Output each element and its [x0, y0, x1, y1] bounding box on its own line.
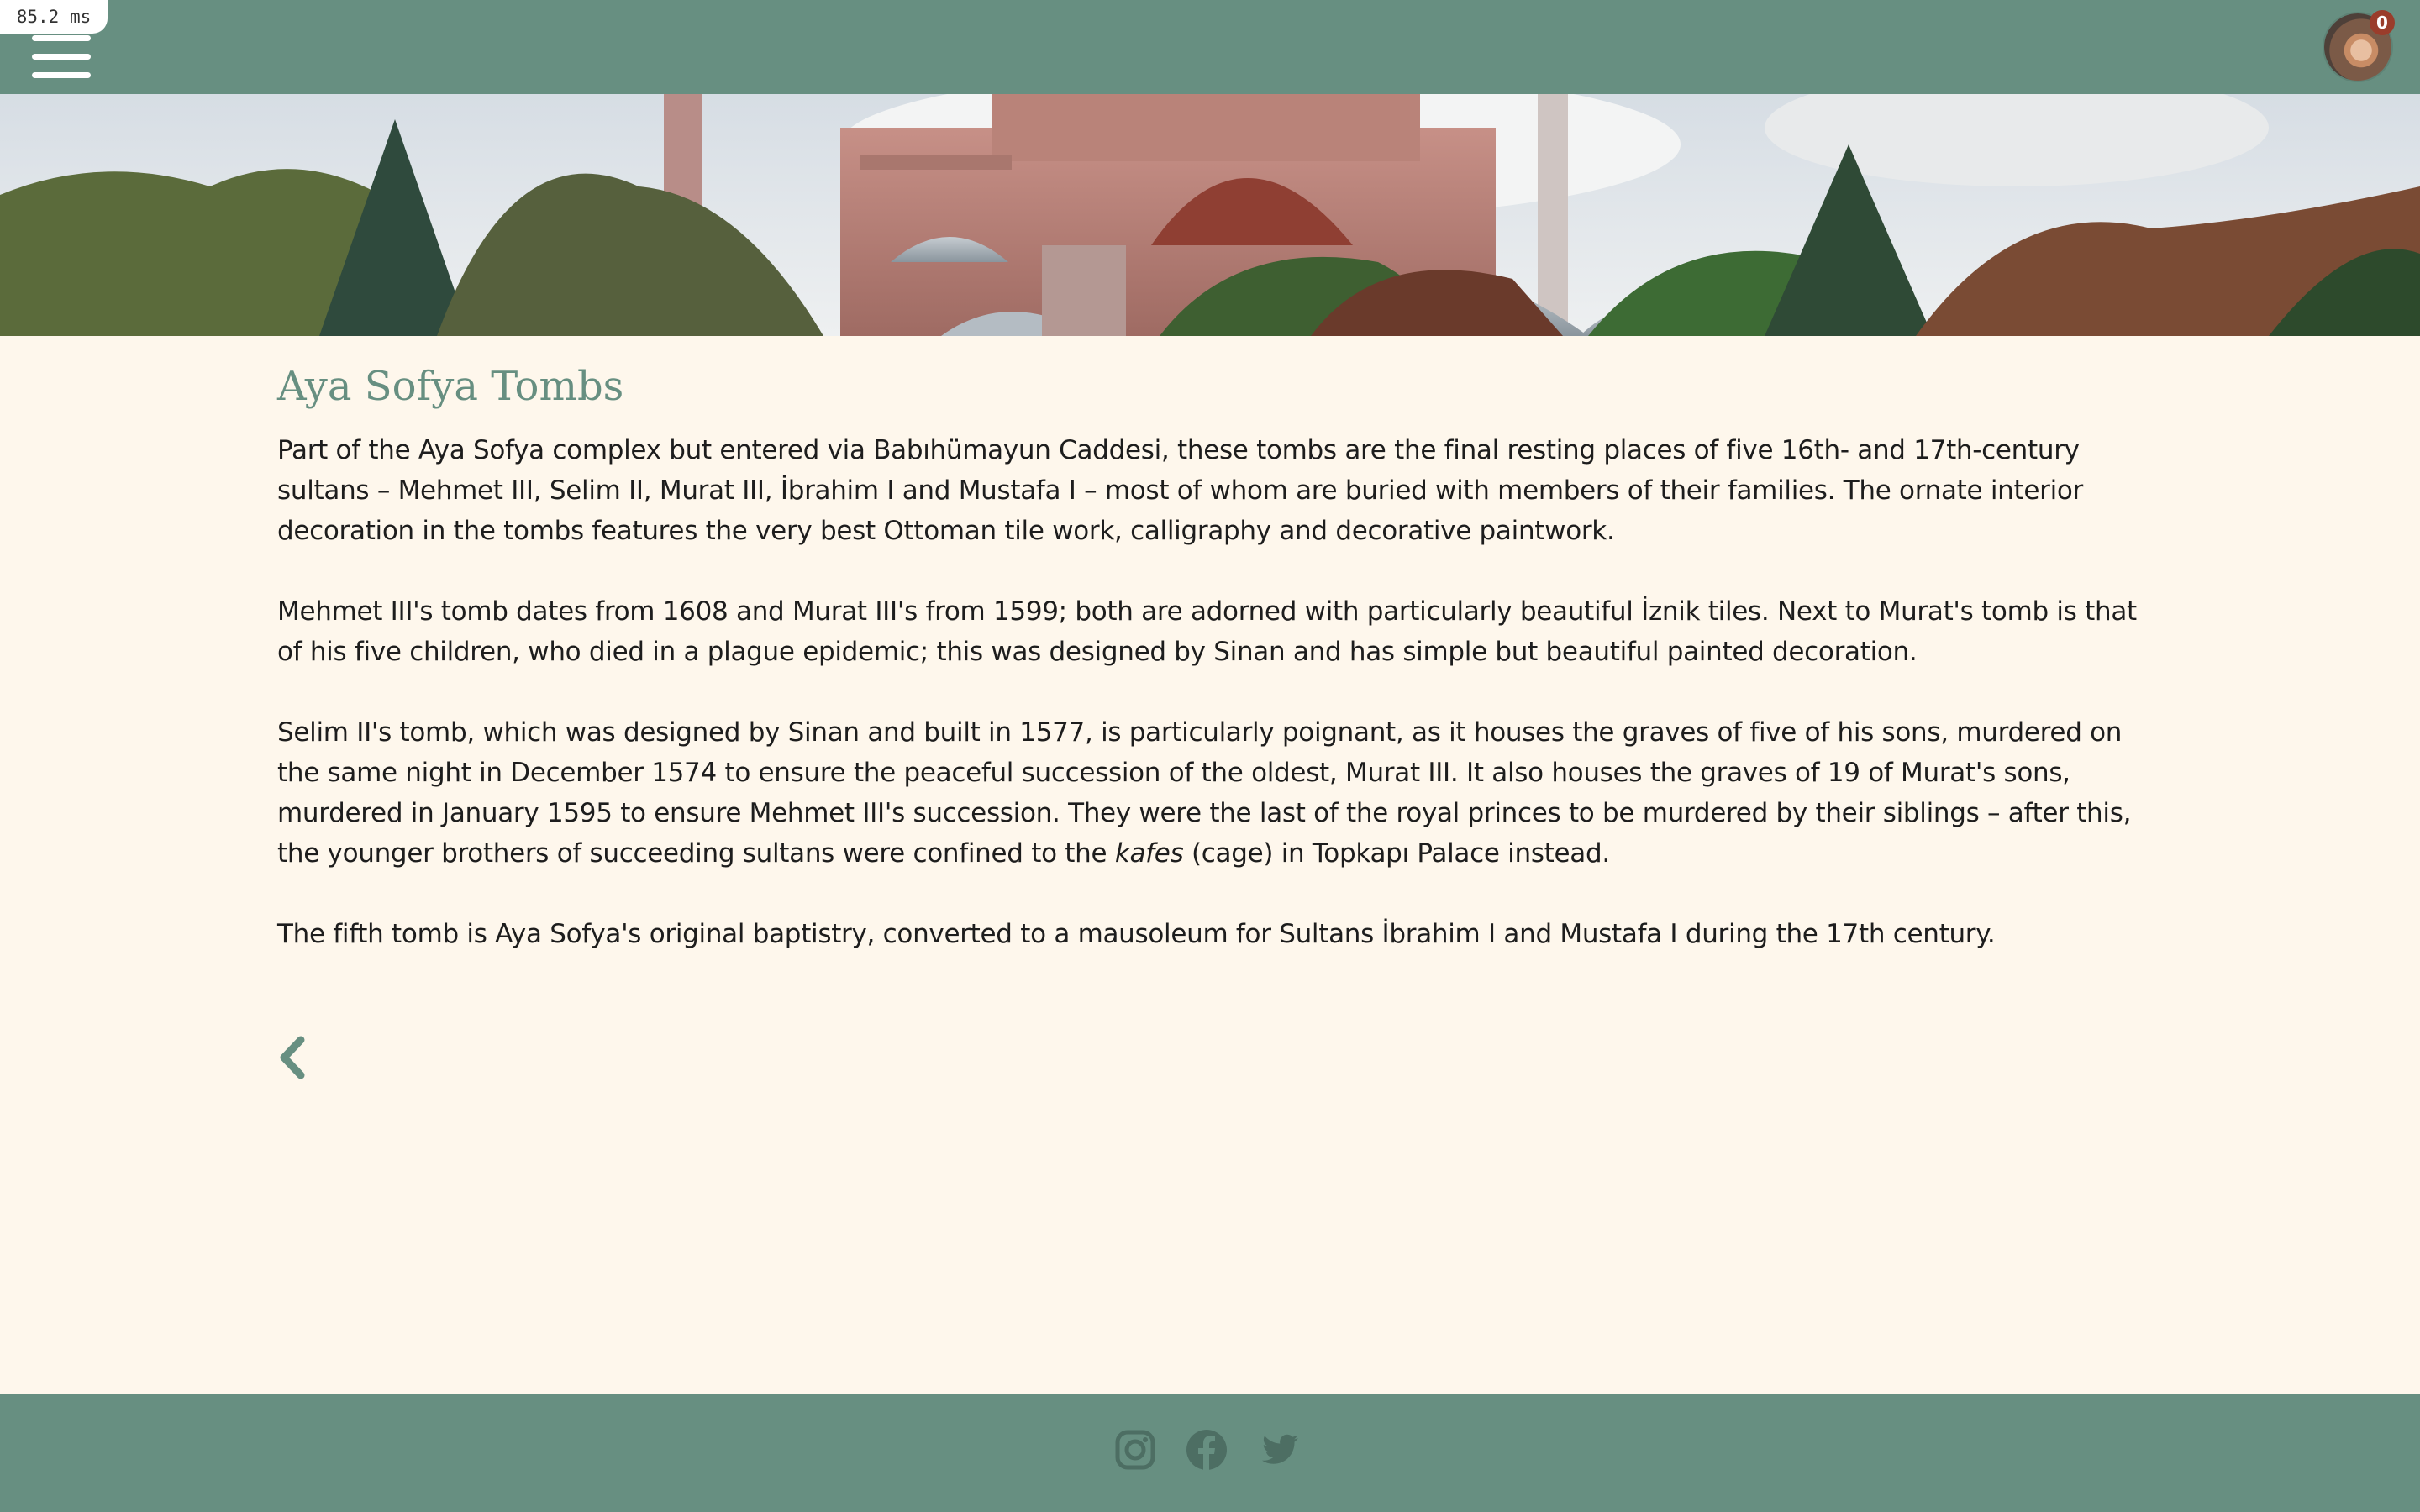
hamburger-menu-icon[interactable] [32, 35, 91, 82]
article-paragraph: Part of the Aya Sofya complex but entere… [277, 435, 2084, 546]
twitter-icon[interactable] [1258, 1428, 1302, 1472]
hero-banner-image [0, 94, 2420, 336]
paragraph-text: (cage) in Topkapı Palace instead. [1183, 838, 1610, 869]
aya-sofya-landscape-illustration [0, 94, 2420, 336]
cart-count-badge: 0 [2370, 10, 2395, 35]
render-timing-readout: 85.2 ms [0, 0, 108, 34]
article-paragraph: Mehmet III's tomb dates from 1608 and Mu… [277, 596, 2137, 667]
chevron-left-icon[interactable] [274, 1033, 311, 1082]
instagram-icon[interactable] [1113, 1428, 1157, 1472]
facebook-icon[interactable] [1185, 1428, 1228, 1472]
top-navigation-bar [0, 0, 2420, 94]
italic-term: kafes [1114, 838, 1184, 869]
article-paragraph: Selim II's tomb, which was designed by S… [277, 712, 2160, 874]
article-paragraph: The fifth tomb is Aya Sofya's original b… [277, 919, 1996, 949]
article-body: Aya Sofya Tombs Part of the Aya Sofya co… [277, 361, 2160, 954]
page-title: Aya Sofya Tombs [277, 363, 624, 410]
